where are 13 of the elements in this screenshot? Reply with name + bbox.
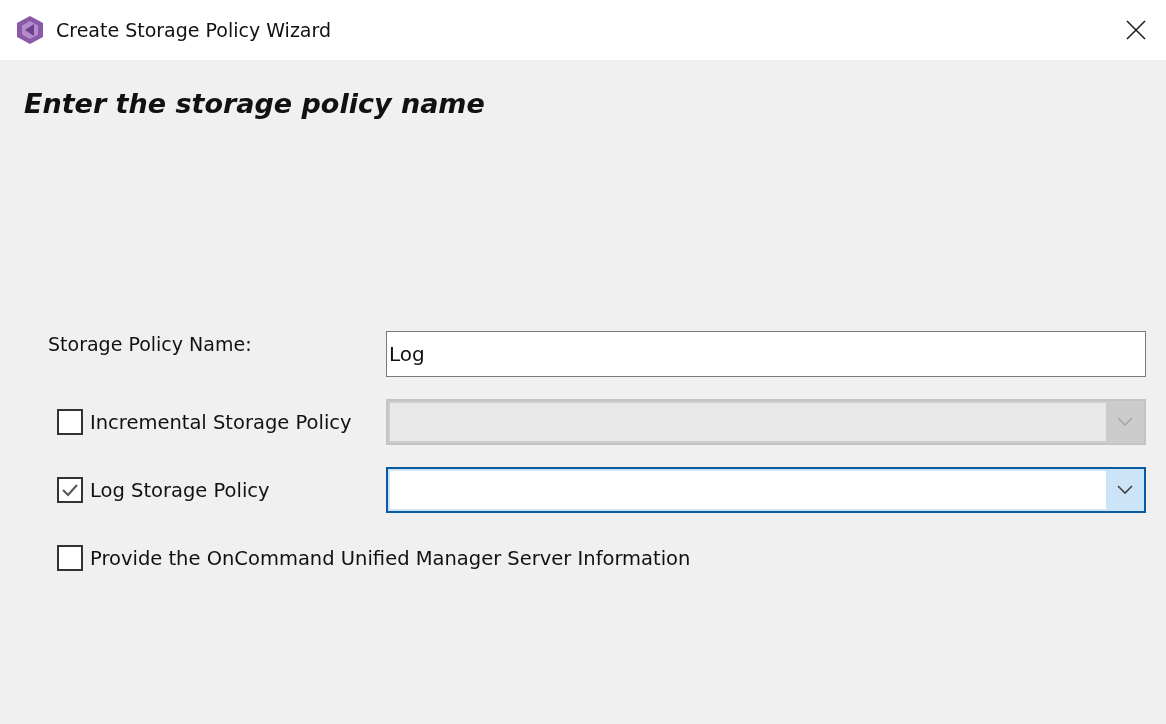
checkbox[interactable] xyxy=(57,545,83,571)
checkbox-label[interactable]: Log Storage Policy xyxy=(90,478,270,502)
page-heading: Enter the storage policy name xyxy=(24,88,486,119)
app-logo-icon xyxy=(16,15,44,45)
field-label: Storage Policy Name: xyxy=(48,333,253,355)
window-title: Create Storage Policy Wizard xyxy=(56,19,333,41)
checkbox[interactable] xyxy=(57,477,83,503)
name-input-field[interactable]: Log xyxy=(386,331,1146,377)
dropdown-field[interactable] xyxy=(386,467,1146,513)
caret-icon xyxy=(1117,417,1133,427)
caret-icon xyxy=(1117,485,1133,495)
checkbox-label[interactable]: Provide the OnCommand Unified Manager Server Information xyxy=(90,546,691,570)
close-icon[interactable] xyxy=(1126,20,1146,40)
